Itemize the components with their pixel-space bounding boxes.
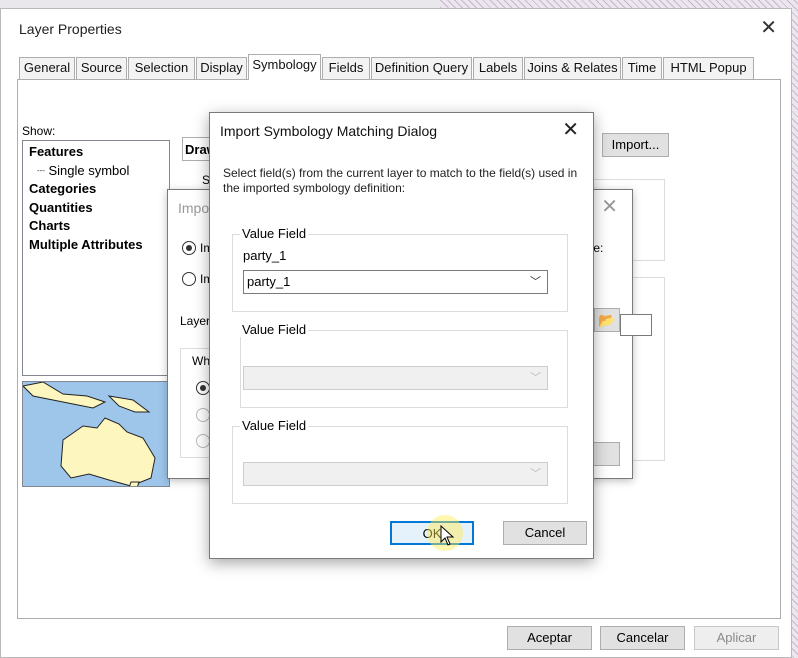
value-field-label-2: Value Field xyxy=(240,322,309,337)
tab-general[interactable]: General xyxy=(19,57,75,79)
value-field-label-3: Value Field xyxy=(240,418,309,433)
window-title: Layer Properties xyxy=(19,21,122,37)
show-item-features[interactable]: Features xyxy=(29,143,163,162)
matching-dialog: Import Symbology Matching Dialog ✕ Selec… xyxy=(209,112,594,559)
australia-map-icon xyxy=(23,382,156,486)
import-radio-2[interactable] xyxy=(182,272,196,286)
tab-html-popup[interactable]: HTML Popup xyxy=(663,57,754,79)
accept-button[interactable]: Aceptar xyxy=(507,626,592,650)
chevron-down-icon: ﹀ xyxy=(530,276,541,288)
matching-dialog-title: Import Symbology Matching Dialog xyxy=(220,123,438,139)
open-folder-icon[interactable]: 📂 xyxy=(594,308,620,332)
tab-fields[interactable]: Fields xyxy=(322,57,370,79)
symbol-preview-map xyxy=(22,381,170,487)
tab-time[interactable]: Time xyxy=(622,57,662,79)
tab-display[interactable]: Display xyxy=(196,57,247,79)
tab-selection[interactable]: Selection xyxy=(128,57,195,79)
show-item-multiple-attributes[interactable]: Multiple Attributes xyxy=(29,236,163,255)
cancelar-button[interactable]: Cancelar xyxy=(600,626,685,650)
matching-dialog-close-icon[interactable]: ✕ xyxy=(562,117,579,142)
window-close-icon[interactable]: ✕ xyxy=(760,15,777,40)
chevron-down-icon: ﹀ xyxy=(530,468,541,480)
value-field-select-3[interactable]: ﹀ xyxy=(243,462,548,486)
tab-source[interactable]: Source xyxy=(76,57,127,79)
show-item-charts[interactable]: Charts xyxy=(29,217,163,236)
import-button[interactable]: Import... xyxy=(602,133,669,157)
mouse-pointer-icon xyxy=(440,525,455,546)
value-field-label-1: Value Field xyxy=(240,226,309,241)
show-item-categories[interactable]: Categories xyxy=(29,180,163,199)
show-item-single-symbol[interactable]: ┄ Single symbol xyxy=(29,162,163,181)
show-list[interactable]: Features ┄ Single symbol Categories Quan… xyxy=(22,140,170,376)
cancel-button[interactable]: Cancel xyxy=(503,521,587,545)
matching-description: Select field(s) from the current layer t… xyxy=(223,166,578,195)
chevron-down-icon: ﹀ xyxy=(530,372,541,384)
path-input[interactable] xyxy=(620,314,652,336)
where-radio-1[interactable] xyxy=(196,381,210,395)
tab-joins-relates[interactable]: Joins & Relates xyxy=(524,57,621,79)
where-radio-3[interactable] xyxy=(196,434,210,448)
where-radio-2[interactable] xyxy=(196,408,210,422)
show-item-quantities[interactable]: Quantities xyxy=(29,199,163,218)
value-field-select-2[interactable]: ﹀ xyxy=(243,366,548,390)
layer-label: Layer xyxy=(180,314,211,328)
tab-symbology[interactable]: Symbology xyxy=(248,54,321,80)
import-radio-1[interactable] xyxy=(182,241,196,255)
imported-field-name: party_1 xyxy=(243,248,287,263)
show-label: Show: xyxy=(22,124,56,138)
tab-definition-query[interactable]: Definition Query xyxy=(371,57,472,79)
where-label: Wh xyxy=(192,354,210,368)
import-dialog-close-icon[interactable]: ✕ xyxy=(601,194,618,219)
apply-button[interactable]: Aplicar xyxy=(694,626,779,650)
import-dialog-title: Impo xyxy=(178,200,210,216)
tab-labels[interactable]: Labels xyxy=(473,57,523,79)
value-field-select-1[interactable]: party_1 ﹀ xyxy=(243,270,548,294)
